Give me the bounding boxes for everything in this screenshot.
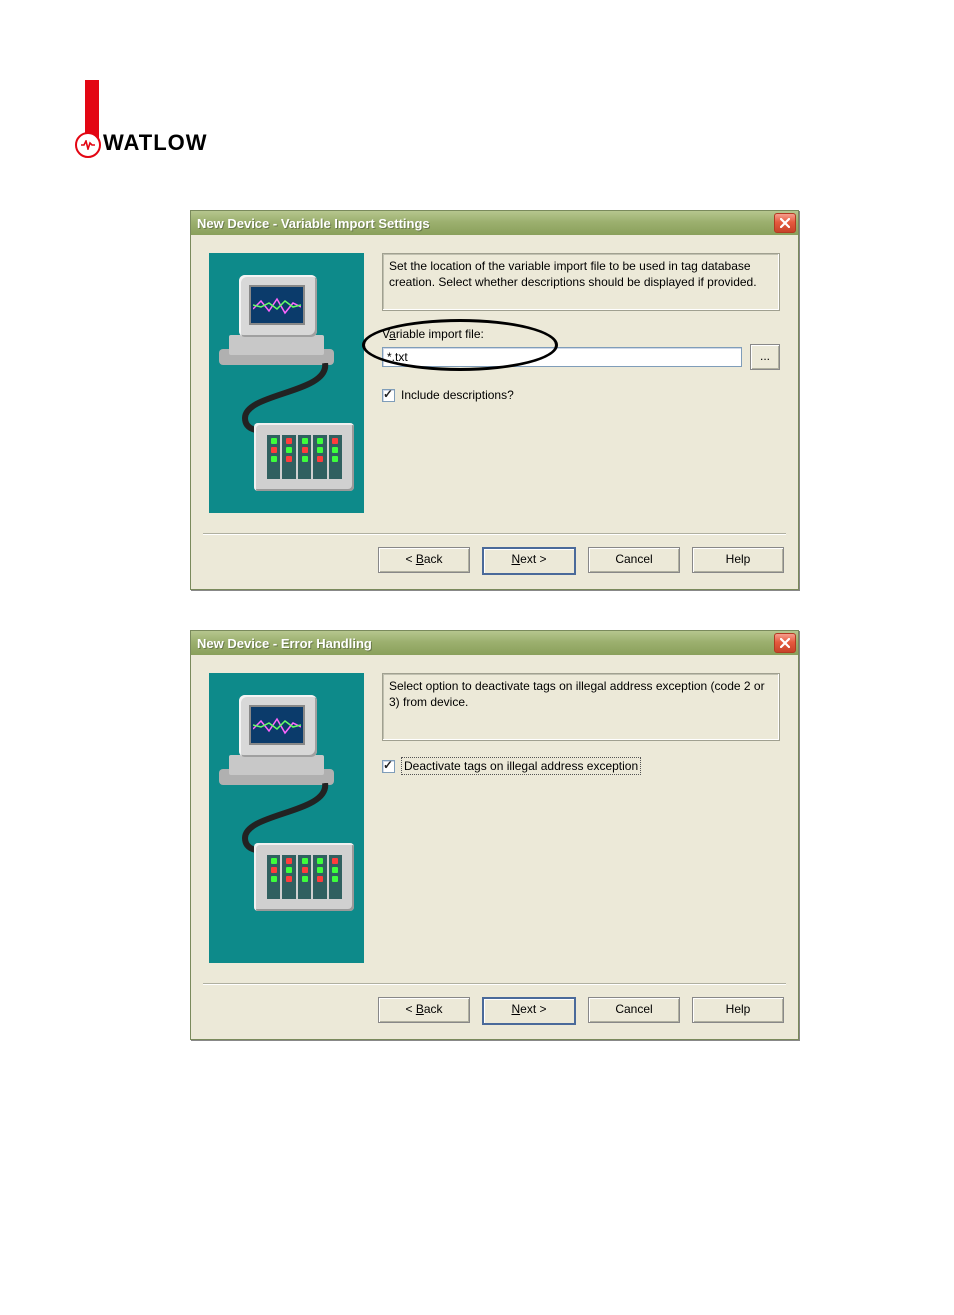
wizard-side-image [209,253,364,513]
close-button[interactable] [774,633,796,653]
close-button[interactable] [774,213,796,233]
include-descriptions-label: Include descriptions? [401,388,514,402]
back-button[interactable]: < Back [378,547,470,573]
titlebar[interactable]: New Device - Error Handling [191,631,798,655]
cancel-button[interactable]: Cancel [588,997,680,1023]
include-descriptions-checkbox[interactable] [382,389,395,402]
wizard-side-image [209,673,364,963]
dialog-variable-import-settings: New Device - Variable Import Settings [190,210,799,590]
next-button[interactable]: Next > [482,997,576,1025]
instructions-text: Set the location of the variable import … [382,253,780,311]
window-title: New Device - Variable Import Settings [197,216,430,231]
deactivate-tags-label: Deactivate tags on illegal address excep… [401,757,641,775]
watlow-logo: WATLOW [75,80,205,160]
help-button[interactable]: Help [692,997,784,1023]
instructions-text: Select option to deactivate tags on ille… [382,673,780,741]
include-descriptions-checkbox-row[interactable]: Include descriptions? [382,388,780,402]
cancel-button[interactable]: Cancel [588,547,680,573]
variable-import-file-label: Variable import file: [382,327,484,341]
deactivate-tags-checkbox[interactable] [382,760,395,773]
back-button[interactable]: < Back [378,997,470,1023]
help-button[interactable]: Help [692,547,784,573]
deactivate-tags-checkbox-row[interactable]: Deactivate tags on illegal address excep… [382,757,780,775]
titlebar[interactable]: New Device - Variable Import Settings [191,211,798,235]
window-title: New Device - Error Handling [197,636,372,651]
next-button[interactable]: Next > [482,547,576,575]
dialog-error-handling: New Device - Error Handling [190,630,799,1040]
browse-button[interactable]: ... [750,344,780,370]
variable-import-file-input[interactable] [382,347,742,367]
